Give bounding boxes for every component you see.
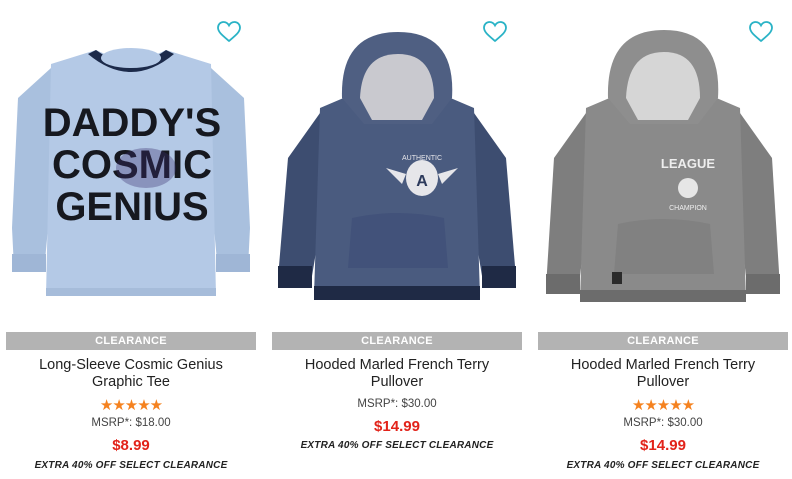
hoodie-print-text: LEAGUE [661,156,716,171]
product-image[interactable]: AUTHENTIC A [272,28,522,324]
product-title[interactable]: Long-Sleeve Cosmic Genius Graphic Tee [16,357,246,391]
sale-price: $8.99 [112,437,150,454]
promo-text: EXTRA 40% OFF SELECT CLEARANCE [566,460,760,471]
shirt-print-line-3: GENIUS [55,185,208,229]
product-card: LEAGUE CHAMPION CLEARANCE Hooded Marled … [538,0,788,479]
promo-text: EXTRA 40% OFF SELECT CLEARANCE [34,460,228,471]
rating-stars-icon[interactable]: ★★★★★ [538,398,788,414]
product-card: DADDY'S COSMIC GENIUS CLEARANCE Long-Sle… [6,0,256,479]
rating-stars-icon[interactable]: ★★★★★ [6,398,256,414]
product-grid: DADDY'S COSMIC GENIUS CLEARANCE Long-Sle… [0,0,792,479]
hoodie-print-text: AUTHENTIC [402,155,442,162]
hoodie-print-letter: A [416,173,428,190]
product-card: AUTHENTIC A CLEARANCE Hooded Marled Fren… [272,0,522,479]
sale-price: $14.99 [374,418,420,435]
clearance-badge: CLEARANCE [6,332,256,350]
msrp-price: MSRP*: $18.00 [91,417,171,429]
promo-text: EXTRA 40% OFF SELECT CLEARANCE [300,440,494,451]
product-image[interactable]: LEAGUE CHAMPION [538,28,788,324]
msrp-price: MSRP*: $30.00 [623,417,703,429]
product-title[interactable]: Hooded Marled French Terry Pullover [548,357,778,391]
sale-price: $14.99 [640,437,686,454]
clearance-badge: CLEARANCE [538,332,788,350]
product-image[interactable]: DADDY'S COSMIC GENIUS [6,28,256,324]
shirt-print-line-1: DADDY'S [43,101,221,145]
product-title[interactable]: Hooded Marled French Terry Pullover [282,357,512,391]
msrp-price: MSRP*: $30.00 [357,398,437,410]
hoodie-print-subtext: CHAMPION [669,205,707,212]
clearance-badge: CLEARANCE [272,332,522,350]
